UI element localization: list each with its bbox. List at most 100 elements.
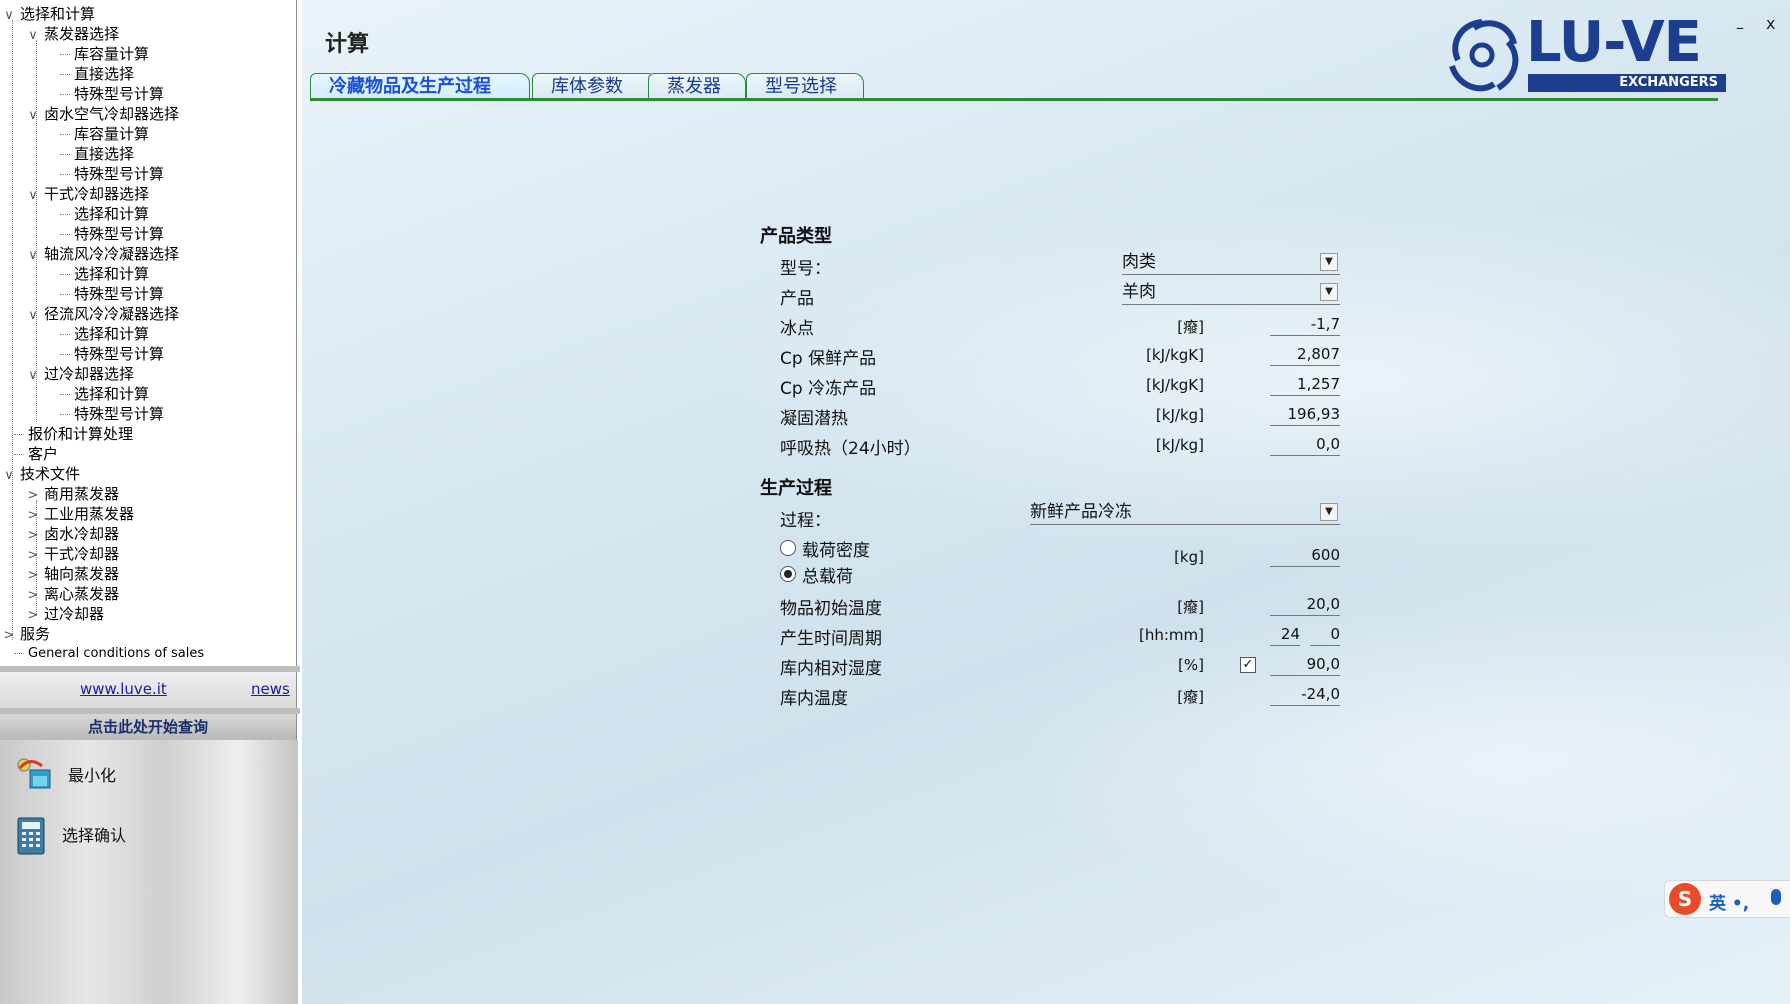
section-title-process: 生产过程 [760, 478, 832, 499]
tree-item-radial-calc[interactable]: 选择和计算 [60, 324, 149, 344]
period-minutes-field[interactable]: 0 [1310, 623, 1340, 646]
tree-item-dry-special[interactable]: 特殊型号计算 [60, 224, 164, 244]
tree-item-subcooler[interactable]: ∨ 过冷却器选择 [26, 364, 134, 384]
tree-item-radial-condenser[interactable]: ∨ 径流风冷冷凝器选择 [26, 304, 179, 324]
window-close-button[interactable]: x [1766, 14, 1775, 33]
respiration-heat-label: 呼吸热（24小时） [780, 439, 921, 459]
microphone-icon[interactable] [1771, 889, 1781, 905]
tab-model-selection[interactable]: 型号选择 [746, 73, 864, 100]
tree-item-evap-capacity[interactable]: 库容量计算 [60, 44, 149, 64]
latent-heat-field[interactable]: 196,93 [1270, 403, 1340, 426]
cp-frozen-unit: [kJ/kgK] [1146, 376, 1204, 394]
initial-temp-unit: [癈] [1177, 598, 1204, 616]
tree-item-dry-cooler[interactable]: ∨ 干式冷却器选择 [26, 184, 149, 204]
chevron-down-icon[interactable]: ∨ [2, 6, 16, 26]
respiration-heat-unit: [kJ/kg] [1155, 436, 1204, 454]
respiration-heat-field[interactable]: 0,0 [1270, 433, 1340, 456]
tab-product-process[interactable]: 冷藏物品及生产过程 [310, 73, 530, 100]
confirm-selection-button[interactable]: 选择确认 [16, 816, 126, 855]
initial-temp-field[interactable]: 20,0 [1270, 593, 1340, 616]
chevron-down-icon[interactable]: ▼ [1320, 283, 1338, 301]
page-title: 计算 [325, 32, 370, 57]
tree-item-axial-special[interactable]: 特殊型号计算 [60, 284, 164, 304]
chevron-down-icon[interactable]: ∨ [26, 186, 40, 206]
chevron-right-icon[interactable]: > [26, 566, 40, 586]
chevron-right-icon[interactable]: > [26, 526, 40, 546]
tree-item-subcooler-calc[interactable]: 选择和计算 [60, 384, 149, 404]
news-link[interactable]: news [251, 680, 290, 698]
start-query-button[interactable]: 点击此处开始查询 [0, 714, 296, 740]
tab-room-params[interactable]: 库体参数 [532, 73, 658, 100]
load-density-label: 载荷密度 [802, 541, 870, 561]
freezing-point-unit: [癈] [1177, 318, 1204, 336]
time-period-label: 产生时间周期 [780, 629, 882, 649]
chevron-right-icon[interactable]: > [26, 586, 40, 606]
tab-evaporator[interactable]: 蒸发器 [648, 73, 746, 100]
cp-frozen-field[interactable]: 1,257 [1270, 373, 1340, 396]
chevron-down-icon[interactable]: ∨ [26, 306, 40, 326]
period-hours-field[interactable]: 24 [1270, 623, 1300, 646]
type-select[interactable]: 肉类 ▼ [1122, 250, 1340, 275]
chevron-right-icon[interactable]: > [26, 506, 40, 526]
tree-item-dry-calc[interactable]: 选择和计算 [60, 204, 149, 224]
chevron-right-icon[interactable]: > [26, 606, 40, 626]
chevron-down-icon[interactable]: ▼ [1320, 253, 1338, 271]
tree-item-industrial-evap[interactable]: > 工业用蒸发器 [26, 504, 134, 524]
tree-item-subcooler-docs[interactable]: > 过冷却器 [26, 604, 104, 624]
sidebar: ∨ 选择和计算 ∨ 蒸发器选择 库容量计算 直接选择 特殊型号计算 ∨ 卤水空气冷却器… [0, 0, 300, 1004]
tree-item-commercial-evap[interactable]: > 商用蒸发器 [26, 484, 119, 504]
tree-item-conditions[interactable]: General conditions of sales [14, 644, 204, 664]
tree-item-brine[interactable]: > 卤水冷却器 [26, 524, 119, 544]
load-field[interactable]: 600 [1270, 544, 1340, 567]
tree-item-service[interactable]: > 服务 [2, 624, 50, 644]
chevron-right-icon[interactable]: > [2, 626, 16, 646]
tree-item-evaporator[interactable]: ∨ 蒸发器选择 [26, 24, 119, 44]
sogou-logo-icon: S [1669, 883, 1701, 915]
tree-item-customers[interactable]: 客户 [14, 444, 58, 464]
chevron-right-icon[interactable]: > [26, 486, 40, 506]
tree-item-brine-capacity[interactable]: 库容量计算 [60, 124, 149, 144]
website-link[interactable]: www.luve.it [80, 680, 167, 698]
freezing-point-label: 冰点 [780, 319, 814, 339]
tree-item-brine-special[interactable]: 特殊型号计算 [60, 164, 164, 184]
process-select[interactable]: 新鲜产品冷冻 ▼ [1030, 500, 1340, 525]
tree-item-radial-special[interactable]: 特殊型号计算 [60, 344, 164, 364]
tree-item-axial-evap[interactable]: > 轴向蒸发器 [26, 564, 119, 584]
tree-item-centrifugal-evap[interactable]: > 离心蒸发器 [26, 584, 119, 604]
chevron-down-icon[interactable]: ∨ [26, 26, 40, 46]
humidity-field[interactable]: 90,0 [1270, 653, 1340, 676]
chevron-down-icon[interactable]: ∨ [26, 106, 40, 126]
freezing-point-field[interactable]: -1,7 [1270, 313, 1340, 336]
ime-toolbar[interactable]: S 英 •, [1664, 880, 1790, 918]
ime-language-toggle[interactable]: 英 •, [1709, 889, 1749, 914]
tree-item-evap-special[interactable]: 特殊型号计算 [60, 84, 164, 104]
tree-item-evap-direct[interactable]: 直接选择 [60, 64, 134, 84]
tree-item-subcooler-special[interactable]: 特殊型号计算 [60, 404, 164, 424]
chevron-down-icon[interactable]: ∨ [2, 466, 16, 486]
tree-item-brine-direct[interactable]: 直接选择 [60, 144, 134, 164]
tree-item-axial-condenser[interactable]: ∨ 轴流风冷冷凝器选择 [26, 244, 179, 264]
room-temp-unit: [癈] [1177, 688, 1204, 706]
tree-guide [12, 20, 13, 640]
tree-item-axial-calc[interactable]: 选择和计算 [60, 264, 149, 284]
chevron-down-icon[interactable]: ∨ [26, 366, 40, 386]
chevron-down-icon[interactable]: ∨ [26, 246, 40, 266]
cp-fresh-field[interactable]: 2,807 [1270, 343, 1340, 366]
tree-item-tech-docs[interactable]: ∨ 技术文件 [2, 464, 80, 484]
room-temp-field[interactable]: -24,0 [1270, 683, 1340, 706]
tree-item-quotes[interactable]: 报价和计算处理 [14, 424, 133, 444]
window-minimize-button[interactable]: – [1736, 18, 1744, 37]
tree-item-brine-cooler[interactable]: ∨ 卤水空气冷却器选择 [26, 104, 179, 124]
tree-item-selection-calc[interactable]: ∨ 选择和计算 [2, 4, 95, 24]
latent-heat-label: 凝固潜热 [780, 409, 848, 429]
radio-total-load[interactable] [780, 566, 796, 582]
minimize-button[interactable]: 最小化 [16, 756, 116, 792]
product-select[interactable]: 羊肉 ▼ [1122, 280, 1340, 305]
tree-item-dry[interactable]: > 干式冷却器 [26, 544, 119, 564]
chevron-right-icon[interactable]: > [26, 546, 40, 566]
process-label: 过程： [780, 511, 831, 531]
humidity-checkbox[interactable]: ✓ [1240, 657, 1256, 673]
room-temp-label: 库内温度 [780, 689, 848, 709]
chevron-down-icon[interactable]: ▼ [1320, 503, 1338, 521]
radio-load-density[interactable] [780, 540, 796, 556]
